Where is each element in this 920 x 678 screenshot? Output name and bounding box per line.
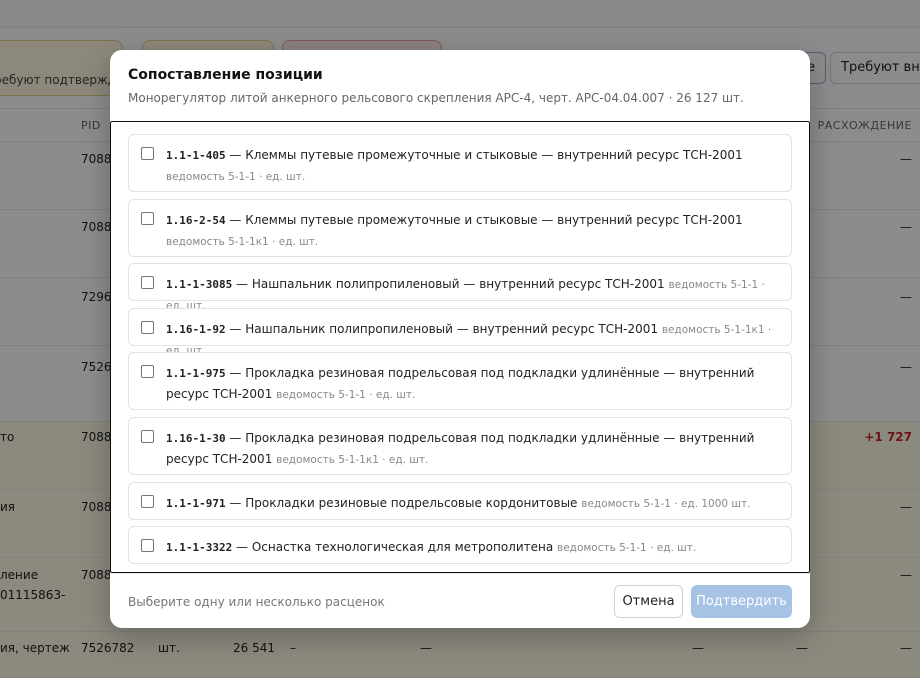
confirm-button[interactable]: Подтвердить	[691, 585, 792, 618]
option-description: — Клеммы путевые промежуточные и стыковы…	[225, 213, 743, 227]
option-meta: ведомость 5-1-1 · ед. 1000 шт.	[581, 498, 751, 510]
option-checkbox[interactable]	[141, 212, 154, 225]
selection-hint: Выберите одну или несколько расценок	[128, 595, 385, 609]
rate-option[interactable]: 1.1-1-3085 — Нашпальник полипропиленовый…	[128, 263, 792, 312]
option-code: 1.1-1-971	[166, 497, 226, 510]
match-position-dialog: Сопоставление позиции Монорегулятор лито…	[110, 50, 810, 628]
option-code: 1.16-2-54	[166, 214, 226, 227]
option-checkbox[interactable]	[141, 495, 154, 508]
rate-option[interactable]: 1.1-1-975 — Прокладка резиновая подрельс…	[128, 352, 792, 410]
option-meta: ведомость 5-1-1 · ед. шт.	[557, 542, 697, 554]
cancel-button[interactable]: Отмена	[614, 585, 683, 618]
option-text: 1.1-1-405 — Клеммы путевые промежуточные…	[166, 145, 781, 187]
option-text: 1.1-1-975 — Прокладка резиновая подрельс…	[166, 363, 781, 405]
option-description: — Прокладка резиновая подрельсовая под п…	[166, 431, 755, 466]
option-checkbox[interactable]	[141, 276, 154, 289]
dialog-header: Сопоставление позиции Монорегулятор лито…	[110, 50, 810, 122]
rate-option[interactable]: 1.1-1-405 — Клеммы путевые промежуточные…	[128, 134, 792, 192]
rate-option[interactable]: 1.16-1-30 — Прокладка резиновая подрельс…	[128, 417, 792, 475]
option-code: 1.1-1-3085	[166, 278, 233, 291]
option-code: 1.16-1-92	[166, 323, 226, 336]
option-meta: ведомость 5-1-1 · ед. шт.	[166, 171, 306, 183]
rate-option[interactable]: 1.1-1-3322 — Оснастка технологическая дл…	[128, 526, 792, 564]
option-meta: ведомость 5-1-1 · ед. шт.	[276, 389, 416, 401]
option-description: — Прокладка резиновая подрельсовая под п…	[166, 366, 755, 401]
option-description: — Нашпальник полипропиленовый — внутренн…	[225, 322, 662, 336]
option-description: — Оснастка технологическая для метрополи…	[232, 540, 558, 554]
option-meta: ведомость 5-1-1к1 · ед. шт.	[276, 454, 429, 466]
dialog-title: Сопоставление позиции	[128, 67, 323, 83]
rate-options-list[interactable]: 1.1-1-405 — Клеммы путевые промежуточные…	[110, 121, 810, 573]
option-checkbox[interactable]	[141, 430, 154, 443]
dialog-footer: Выберите одну или несколько расценок Отм…	[110, 573, 810, 628]
option-code: 1.1-1-975	[166, 367, 226, 380]
option-text: 1.1-1-3322 — Оснастка технологическая дл…	[166, 537, 781, 558]
option-description: — Прокладки резиновые подрельсовые кордо…	[225, 496, 582, 510]
option-description: — Нашпальник полипропиленовый — внутренн…	[232, 277, 669, 291]
rate-option[interactable]: 1.16-2-54 — Клеммы путевые промежуточные…	[128, 199, 792, 257]
option-checkbox[interactable]	[141, 321, 154, 334]
option-text: 1.16-1-30 — Прокладка резиновая подрельс…	[166, 428, 781, 470]
option-code: 1.16-1-30	[166, 432, 226, 445]
option-text: 1.16-2-54 — Клеммы путевые промежуточные…	[166, 210, 781, 252]
dialog-subtitle: Монорегулятор литой анкерного рельсового…	[128, 91, 744, 105]
option-code: 1.1-1-405	[166, 149, 226, 162]
option-text: 1.1-1-971 — Прокладки резиновые подрельс…	[166, 493, 781, 514]
option-checkbox[interactable]	[141, 365, 154, 378]
option-code: 1.1-1-3322	[166, 541, 233, 554]
rate-option[interactable]: 1.16-1-92 — Нашпальник полипропиленовый …	[128, 308, 792, 357]
option-description: — Клеммы путевые промежуточные и стыковы…	[225, 148, 743, 162]
option-checkbox[interactable]	[141, 147, 154, 160]
option-meta: ведомость 5-1-1к1 · ед. шт.	[166, 236, 319, 248]
rate-option[interactable]: 1.1-1-971 — Прокладки резиновые подрельс…	[128, 482, 792, 520]
option-checkbox[interactable]	[141, 539, 154, 552]
